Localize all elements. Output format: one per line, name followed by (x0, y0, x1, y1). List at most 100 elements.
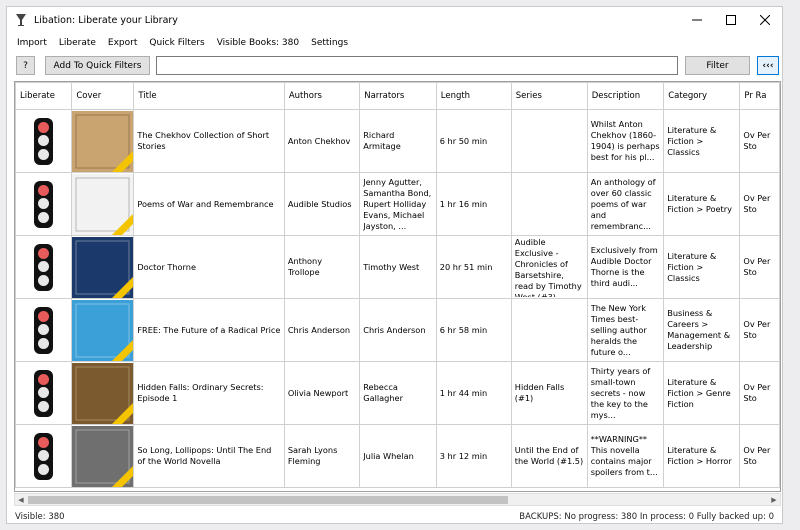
description-cell[interactable]: The New York Times best-selling author h… (586, 298, 665, 362)
liberate-status-icon[interactable] (34, 432, 54, 480)
maximize-button[interactable] (714, 7, 748, 33)
table-row[interactable]: Hidden Falls: Ordinary Secrets: Episode … (15, 361, 780, 425)
cover-cell[interactable] (71, 361, 135, 425)
cover-cell[interactable] (71, 424, 135, 488)
liberate-status-icon[interactable] (34, 306, 54, 354)
book-cover-image[interactable] (72, 236, 133, 298)
length-cell[interactable]: 1 hr 16 min (435, 172, 512, 236)
book-cover-image[interactable] (72, 173, 133, 235)
scroll-left-icon[interactable]: ◀ (15, 494, 27, 506)
category-cell[interactable]: Literature & Fiction > Classics (663, 235, 741, 299)
length-cell[interactable]: 3 hr 12 min (435, 424, 512, 488)
col-header-category[interactable]: Category (663, 82, 741, 110)
liberate-status-icon[interactable] (34, 243, 54, 291)
menu-import[interactable]: Import (11, 38, 53, 48)
authors-cell[interactable]: Sarah Lyons Fleming (283, 424, 361, 488)
length-cell[interactable]: 20 hr 51 min (435, 235, 512, 299)
series-cell[interactable] (510, 298, 588, 362)
liberate-cell[interactable] (15, 172, 73, 236)
rating-cell[interactable]: Ov Per Sto (739, 172, 780, 236)
col-header-product-rating[interactable]: Pr Ra (739, 82, 780, 110)
series-cell[interactable]: Audible Exclusive - Chronicles of Barset… (510, 235, 588, 299)
book-cover-image[interactable] (72, 425, 133, 487)
title-cell[interactable]: The Chekhov Collection of Short Stories (133, 109, 285, 173)
description-cell[interactable]: Thirty years of small-town secrets - now… (586, 361, 665, 425)
liberate-status-icon[interactable] (34, 117, 54, 165)
filter-input[interactable] (156, 56, 678, 75)
liberate-cell[interactable] (15, 361, 73, 425)
series-cell[interactable] (510, 172, 588, 236)
liberate-status-icon[interactable] (34, 369, 54, 417)
authors-cell[interactable]: Anton Chekhov (283, 109, 361, 173)
col-header-narrators[interactable]: Narrators (359, 82, 437, 110)
filter-button[interactable]: Filter (685, 56, 750, 75)
table-row[interactable]: The Chekhov Collection of Short Stories A… (15, 109, 780, 173)
col-header-liberate[interactable]: Liberate (15, 82, 73, 110)
menu-quick-filters[interactable]: Quick Filters (143, 38, 210, 48)
narrators-cell[interactable]: Rebecca Gallagher (359, 361, 437, 425)
series-cell[interactable]: Until the End of the World (#1.5) (510, 424, 588, 488)
rating-cell[interactable]: Ov Per Sto (739, 109, 780, 173)
authors-cell[interactable]: Anthony Trollope (283, 235, 361, 299)
rating-cell[interactable]: Ov Per Sto (739, 298, 780, 362)
title-cell[interactable]: Doctor Thorne (133, 235, 285, 299)
col-header-title[interactable]: Title (133, 82, 285, 110)
title-cell[interactable]: FREE: The Future of a Radical Price (133, 298, 285, 362)
col-header-length[interactable]: Length (435, 82, 512, 110)
table-row[interactable]: Doctor Thorne Anthony Trollope Timothy Wes… (15, 235, 780, 299)
narrators-cell[interactable]: Timothy West (359, 235, 437, 299)
menu-export[interactable]: Export (102, 38, 143, 48)
narrators-cell[interactable]: Richard Armitage (359, 109, 437, 173)
col-header-cover[interactable]: Cover (71, 82, 135, 110)
book-cover-image[interactable] (72, 110, 133, 172)
length-cell[interactable]: 6 hr 58 min (435, 298, 512, 362)
category-cell[interactable]: Literature & Fiction > Genre Fiction (663, 361, 741, 425)
liberate-status-icon[interactable] (34, 180, 54, 228)
category-cell[interactable]: Literature & Fiction > Poetry (663, 172, 741, 236)
length-cell[interactable]: 1 hr 44 min (435, 361, 512, 425)
title-cell[interactable]: So Long, Lollipops: Until The End of the… (133, 424, 285, 488)
menu-visible-books[interactable]: Visible Books: 380 (211, 38, 305, 48)
rating-cell[interactable]: Ov Per Sto (739, 361, 780, 425)
menu-settings[interactable]: Settings (305, 38, 354, 48)
narrators-cell[interactable]: Jenny Agutter, Samantha Bond, Rupert Hol… (359, 172, 437, 236)
col-header-authors[interactable]: Authors (283, 82, 361, 110)
cover-cell[interactable] (71, 172, 135, 236)
add-to-quick-filters-button[interactable]: Add To Quick Filters (45, 56, 150, 75)
liberate-cell[interactable] (15, 109, 73, 173)
cover-cell[interactable] (71, 235, 135, 299)
col-header-series[interactable]: Series (510, 82, 588, 110)
rating-cell[interactable]: Ov Per Sto (739, 235, 780, 299)
liberate-cell[interactable] (15, 235, 73, 299)
title-cell[interactable]: Hidden Falls: Ordinary Secrets: Episode … (133, 361, 285, 425)
minimize-button[interactable] (680, 7, 714, 33)
series-cell[interactable] (510, 109, 588, 173)
book-cover-image[interactable] (72, 299, 133, 361)
narrators-cell[interactable]: Chris Anderson (359, 298, 437, 362)
length-cell[interactable]: 6 hr 50 min (435, 109, 512, 173)
cover-cell[interactable] (71, 298, 135, 362)
horizontal-scrollbar[interactable]: ◀ ▶ (14, 493, 781, 506)
authors-cell[interactable]: Audible Studios (283, 172, 361, 236)
title-cell[interactable]: Poems of War and Remembrance (133, 172, 285, 236)
category-cell[interactable]: Literature & Fiction > Horror (663, 424, 741, 488)
description-cell[interactable]: An anthology of over 60 classic poems of… (586, 172, 665, 236)
cover-cell[interactable] (71, 109, 135, 173)
help-button[interactable]: ? (16, 56, 35, 75)
description-cell[interactable]: Whilst Anton Chekhov (1860-1904) is perh… (586, 109, 665, 173)
table-row[interactable]: Poems of War and Remembrance Audible Stud… (15, 172, 780, 236)
scroll-right-icon[interactable]: ▶ (768, 494, 780, 506)
authors-cell[interactable]: Olivia Newport (283, 361, 361, 425)
col-header-description[interactable]: Description (586, 82, 665, 110)
scrollbar-thumb[interactable] (28, 496, 508, 504)
close-button[interactable] (748, 7, 782, 33)
liberate-cell[interactable] (15, 424, 73, 488)
narrators-cell[interactable]: Julia Whelan (359, 424, 437, 488)
table-row[interactable]: FREE: The Future of a Radical Price Chris… (15, 298, 780, 362)
category-cell[interactable]: Literature & Fiction > Classics (663, 109, 741, 173)
authors-cell[interactable]: Chris Anderson (283, 298, 361, 362)
rating-cell[interactable]: Ov Per Sto (739, 424, 780, 488)
category-cell[interactable]: Business & Careers > Management & Leader… (663, 298, 741, 362)
collapse-sidebar-button[interactable]: ‹‹‹ (757, 56, 779, 75)
book-cover-image[interactable] (72, 362, 133, 424)
